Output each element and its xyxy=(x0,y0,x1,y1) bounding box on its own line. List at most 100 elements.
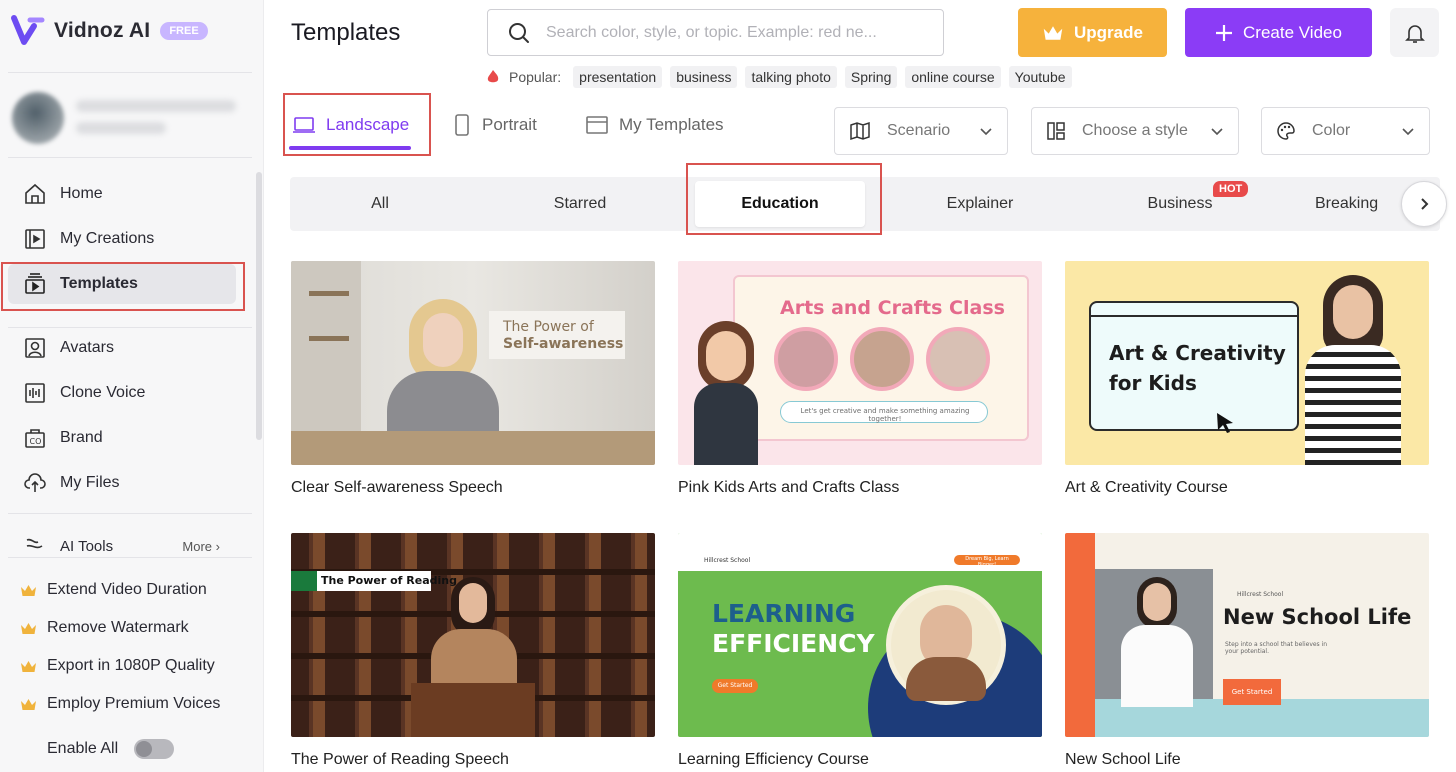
upgrade-button[interactable]: Upgrade xyxy=(1018,8,1167,57)
sidebar-item-label: My Creations xyxy=(60,230,155,247)
style-dropdown[interactable]: Choose a style xyxy=(1031,107,1239,155)
school-name: Hillcrest School xyxy=(704,557,751,564)
enable-all-label: Enable All xyxy=(47,740,119,757)
scenario-dropdown[interactable]: Scenario xyxy=(834,107,1008,155)
popular-tag[interactable]: business xyxy=(670,66,738,88)
page-title: Templates xyxy=(291,19,401,46)
perk-item[interactable]: Employ Premium Voices xyxy=(20,695,220,713)
sidebar-item-label: Home xyxy=(60,185,103,202)
education-highlight xyxy=(686,163,882,235)
vidnoz-logo-icon xyxy=(11,15,45,45)
sidebar-item-brand[interactable]: CO Brand xyxy=(8,418,236,458)
template-thumbnail[interactable]: Art & Creativity for Kids xyxy=(1065,261,1429,465)
search-icon xyxy=(509,22,529,43)
perk-item[interactable]: Export in 1080P Quality xyxy=(20,657,215,675)
my-templates-icon xyxy=(586,116,608,134)
flame-icon xyxy=(487,70,499,83)
svg-text:CO: CO xyxy=(30,437,42,446)
template-thumbnail[interactable]: Arts and Crafts Class Let's get creative… xyxy=(678,261,1042,465)
thumb-caption: Let's get creative and make something am… xyxy=(800,407,970,423)
home-icon xyxy=(8,182,60,206)
sidebar-item-label: Brand xyxy=(60,429,103,446)
template-thumbnail[interactable]: The Power of Self-awareness xyxy=(291,261,655,465)
sidebar-item-my-creations[interactable]: My Creations xyxy=(8,219,236,259)
search-input[interactable] xyxy=(546,23,906,42)
template-card[interactable]: The Power of Reading The Power of Readin… xyxy=(291,533,655,769)
sidebar-item-home[interactable]: Home xyxy=(8,174,236,214)
create-video-label: Create Video xyxy=(1243,22,1342,42)
thumb-text: LEARNING xyxy=(712,599,856,628)
template-card[interactable]: The Power of Self-awareness Clear Self-a… xyxy=(291,261,655,497)
sidebar-item-label: Clone Voice xyxy=(60,384,146,401)
sidebar-item-my-files[interactable]: My Files xyxy=(8,463,236,503)
photo-circle xyxy=(850,327,914,391)
avatar-icon xyxy=(8,336,60,360)
search-box[interactable] xyxy=(487,9,944,56)
template-thumbnail[interactable]: Hillcrest School New School Life Step in… xyxy=(1065,533,1429,737)
perk-item[interactable]: Extend Video Duration xyxy=(20,581,207,599)
enable-all-toggle[interactable] xyxy=(134,739,175,759)
lectern-graphic xyxy=(411,683,535,737)
template-card[interactable]: Art & Creativity for Kids Art & Creativi… xyxy=(1065,261,1429,497)
window-graphic xyxy=(1089,301,1299,431)
user-profile[interactable] xyxy=(10,88,246,148)
notifications-button[interactable] xyxy=(1390,8,1439,57)
ai-tools-more-link[interactable]: More › xyxy=(182,539,220,554)
cta-text: Get Started xyxy=(717,682,753,689)
popular-tag[interactable]: Youtube xyxy=(1008,66,1072,88)
presenter-body xyxy=(431,629,517,689)
category-all[interactable]: All xyxy=(290,177,470,231)
presenter-body xyxy=(1121,625,1193,707)
thumb-text: Self-awareness xyxy=(503,336,624,352)
template-thumbnail[interactable]: The Power of Reading xyxy=(291,533,655,737)
ai-tools-label: AI Tools xyxy=(60,538,114,554)
crown-icon xyxy=(21,660,36,672)
plus-icon xyxy=(1216,24,1233,41)
template-card[interactable]: Hillcrest School New School Life Step in… xyxy=(1065,533,1429,769)
category-starred[interactable]: Starred xyxy=(490,177,670,231)
tab-my-templates[interactable]: My Templates xyxy=(585,108,724,142)
category-explainer[interactable]: Explainer xyxy=(890,177,1070,231)
popular-tag[interactable]: Spring xyxy=(844,66,898,88)
sidebar-item-avatars[interactable]: Avatars xyxy=(8,328,236,368)
chevron-right-icon xyxy=(1421,198,1429,210)
popular-tag[interactable]: talking photo xyxy=(745,66,837,88)
perk-label: Remove Watermark xyxy=(47,619,189,636)
thumb-sub: Step into a school that believes in your… xyxy=(1225,641,1328,655)
bell-icon xyxy=(1404,24,1425,43)
popular-label: Popular: xyxy=(509,69,562,85)
window-titlebar xyxy=(1089,301,1299,317)
color-label: Color xyxy=(1312,122,1351,139)
crown-icon xyxy=(21,584,36,596)
upgrade-label: Upgrade xyxy=(1074,22,1143,42)
thumb-heading: New School Life xyxy=(1223,605,1412,629)
tab-label: Portrait xyxy=(482,115,537,134)
tab-portrait[interactable]: Portrait xyxy=(452,108,537,142)
profile-name-blurred xyxy=(76,100,236,112)
map-icon xyxy=(850,121,870,141)
sidebar-item-clone-voice[interactable]: Clone Voice xyxy=(8,373,236,413)
brand-icon: CO xyxy=(8,426,60,450)
sidebar-scrollbar[interactable] xyxy=(256,172,262,440)
category-next-button[interactable] xyxy=(1401,181,1447,227)
template-card[interactable]: Hillcrest School Dream Big, Learn Bigger… xyxy=(678,533,1042,769)
crown-icon xyxy=(1043,25,1063,40)
ai-tools-section[interactable]: AI Tools More › xyxy=(20,530,230,554)
create-video-button[interactable]: Create Video xyxy=(1185,8,1372,57)
perk-item[interactable]: Remove Watermark xyxy=(20,619,189,637)
palette-icon xyxy=(1277,122,1295,140)
template-title: New School Life xyxy=(1065,751,1181,768)
color-dropdown[interactable]: Color xyxy=(1261,107,1430,155)
popular-tag[interactable]: online course xyxy=(905,66,1001,88)
popular-tag[interactable]: presentation xyxy=(573,66,663,88)
plan-badge: FREE xyxy=(160,22,208,40)
hot-badge: HOT xyxy=(1213,181,1249,197)
crown-icon xyxy=(21,698,36,710)
photo-circle xyxy=(926,327,990,391)
template-thumbnail[interactable]: Hillcrest School Dream Big, Learn Bigger… xyxy=(678,533,1042,737)
landscape-highlight xyxy=(283,93,431,156)
app-root: Vidnoz AI FREE Home My Creations Templat… xyxy=(0,0,1456,772)
layout-icon xyxy=(1047,122,1065,140)
template-card[interactable]: Arts and Crafts Class Let's get creative… xyxy=(678,261,1042,497)
logo[interactable]: Vidnoz AI FREE xyxy=(10,12,208,50)
